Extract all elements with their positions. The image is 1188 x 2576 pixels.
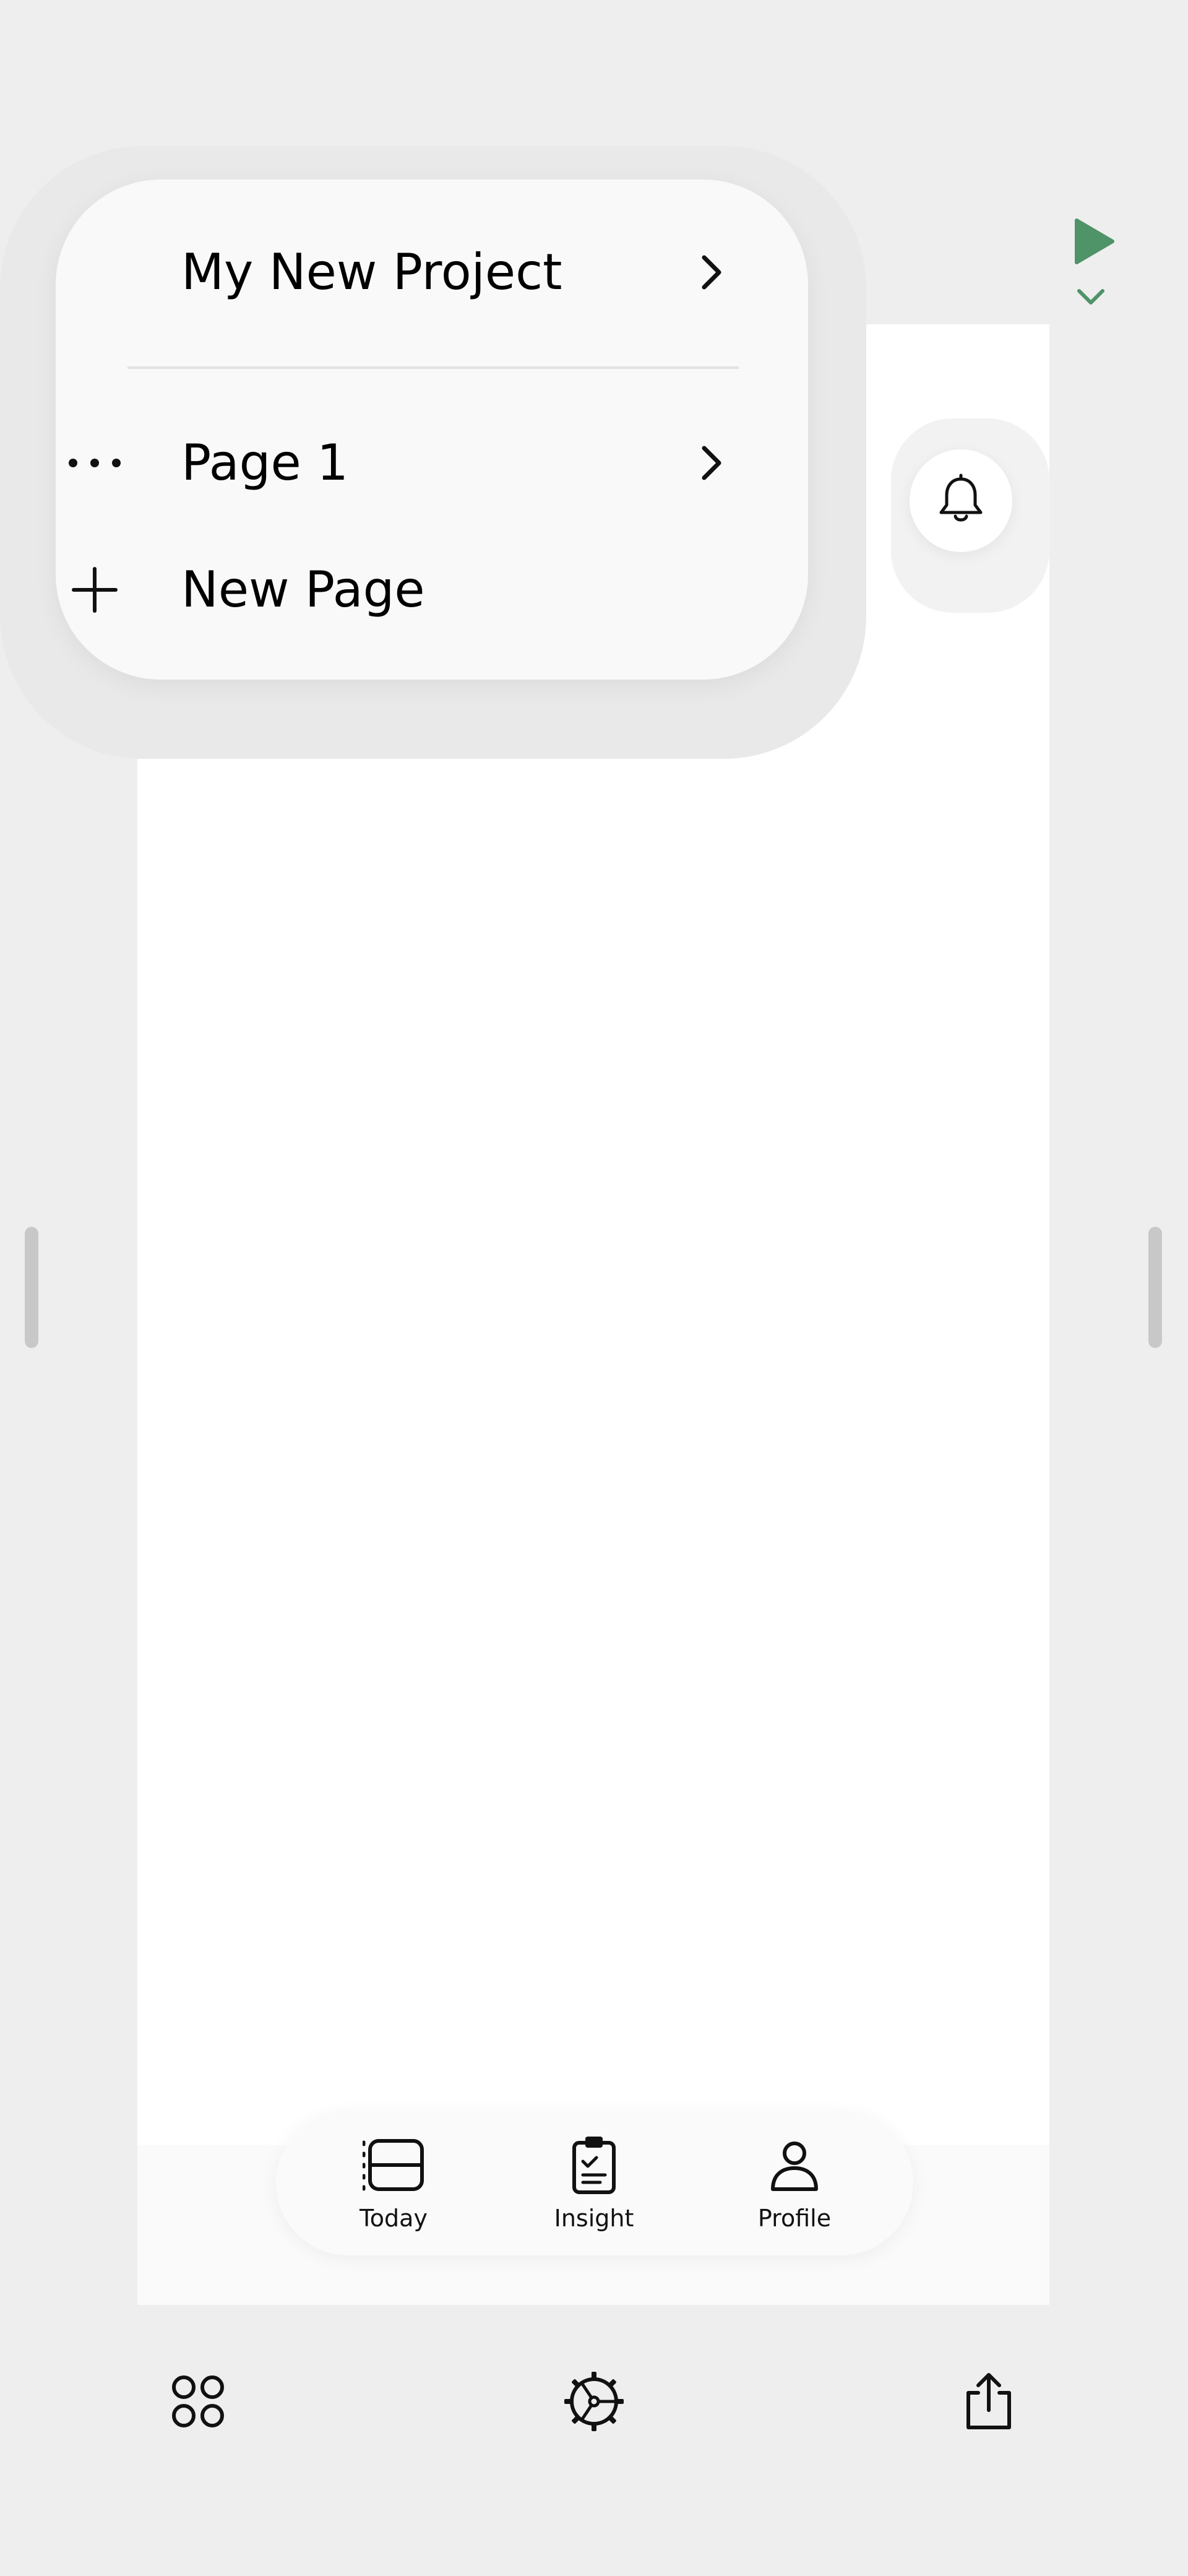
menu-divider: [127, 366, 739, 369]
bottom-tab-bar: Today Insight Profile: [276, 2111, 913, 2255]
tab-insight[interactable]: Insight: [514, 2111, 674, 2255]
project-menu: My New Project Page 1 New Page: [56, 179, 808, 680]
project-title: My New Project: [181, 243, 562, 301]
left-resize-handle[interactable]: [25, 1227, 38, 1348]
tab-today[interactable]: Today: [313, 2111, 474, 2255]
new-page-button[interactable]: New Page: [0, 550, 752, 630]
more-options-icon[interactable]: [67, 435, 123, 491]
chevron-right-icon: [693, 248, 730, 297]
plus-icon: [67, 562, 123, 618]
project-title-row[interactable]: My New Project: [0, 232, 752, 313]
settings-button[interactable]: [563, 2371, 625, 2432]
new-page-label: New Page: [181, 561, 425, 618]
tab-label: Today: [359, 2205, 428, 2232]
collapse-toggle[interactable]: [1075, 285, 1106, 309]
tab-label: Insight: [554, 2205, 634, 2232]
components-button[interactable]: [167, 2371, 229, 2432]
notifications-button[interactable]: [910, 449, 1012, 552]
clipboard-icon: [563, 2134, 625, 2196]
tab-profile[interactable]: Profile: [714, 2111, 875, 2255]
chevron-down-icon: [1077, 289, 1104, 305]
list-icon: [363, 2134, 424, 2196]
menu-page-item[interactable]: Page 1: [0, 423, 752, 503]
person-icon: [764, 2134, 825, 2196]
share-button[interactable]: [958, 2371, 1020, 2432]
right-resize-handle[interactable]: [1148, 1227, 1162, 1348]
play-preview-button[interactable]: [1072, 217, 1116, 266]
chevron-right-icon: [693, 438, 730, 488]
components-icon: [172, 2375, 224, 2427]
play-icon: [1075, 218, 1114, 264]
share-icon: [966, 2373, 1011, 2429]
settings-gear-icon: [564, 2372, 624, 2431]
page-label: Page 1: [181, 434, 348, 491]
tab-label: Profile: [757, 2205, 832, 2232]
bell-icon: [939, 473, 983, 522]
